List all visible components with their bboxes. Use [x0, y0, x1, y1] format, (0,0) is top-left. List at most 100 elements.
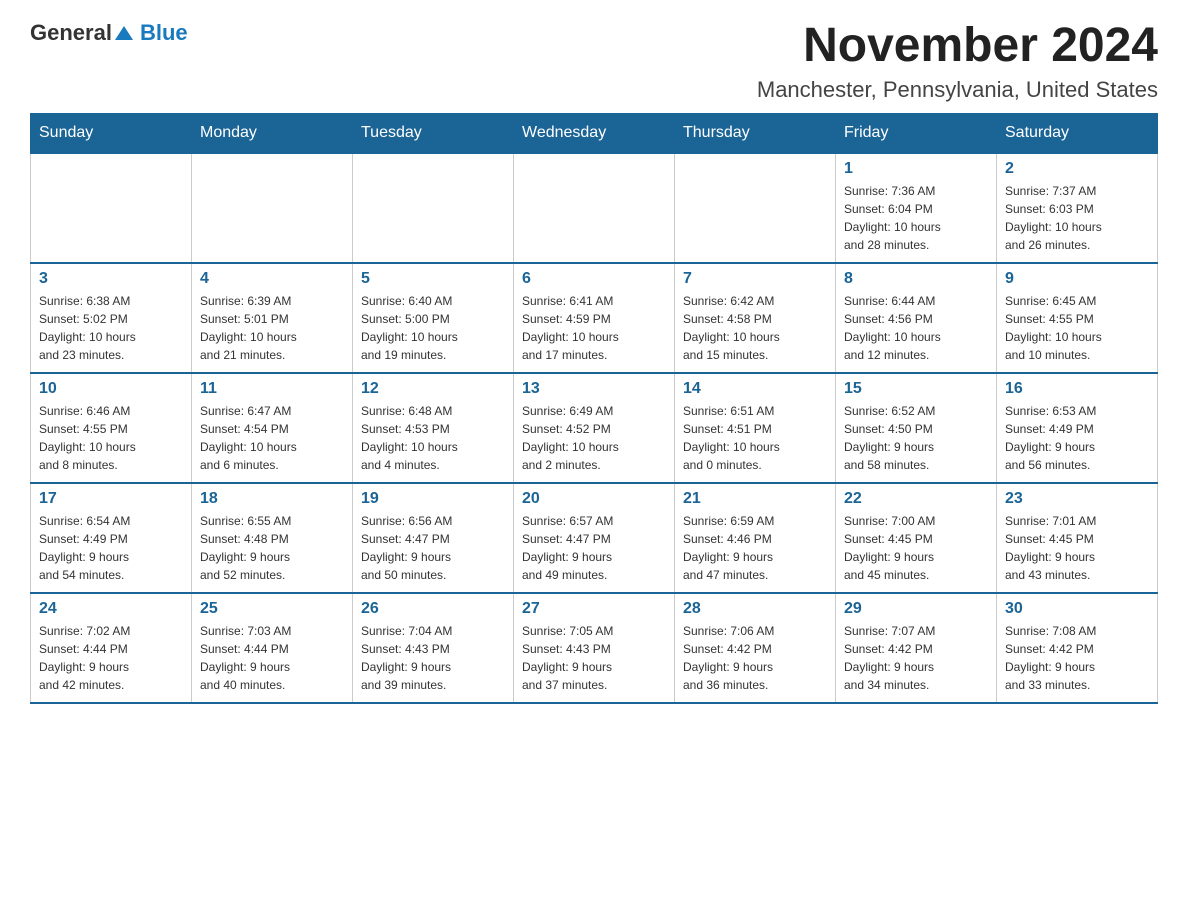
day-info: Sunrise: 7:04 AMSunset: 4:43 PMDaylight:…	[361, 622, 505, 694]
weekday-header-thursday: Thursday	[675, 113, 836, 153]
page-header: General Blue November 2024 Manchester, P…	[30, 20, 1158, 103]
calendar-week-5: 24Sunrise: 7:02 AMSunset: 4:44 PMDayligh…	[31, 593, 1158, 703]
day-info: Sunrise: 6:48 AMSunset: 4:53 PMDaylight:…	[361, 402, 505, 474]
calendar-cell: 1 Sunrise: 7:36 AMSunset: 6:04 PMDaylight…	[836, 153, 997, 263]
day-number: 12	[361, 380, 505, 398]
weekday-header-monday: Monday	[192, 113, 353, 153]
logo-blue-text: Blue	[140, 20, 188, 45]
day-number: 22	[844, 490, 988, 508]
logo: General Blue	[30, 20, 188, 46]
day-info: Sunrise: 6:56 AMSunset: 4:47 PMDaylight:…	[361, 512, 505, 584]
calendar-cell: 21 Sunrise: 6:59 AMSunset: 4:46 PMDayligh…	[675, 483, 836, 593]
calendar-cell: 22 Sunrise: 7:00 AMSunset: 4:45 PMDayligh…	[836, 483, 997, 593]
day-info: Sunrise: 7:01 AMSunset: 4:45 PMDaylight:…	[1005, 512, 1149, 584]
calendar-week-1: 1 Sunrise: 7:36 AMSunset: 6:04 PMDaylight…	[31, 153, 1158, 263]
calendar-week-4: 17 Sunrise: 6:54 AMSunset: 4:49 PMDayligh…	[31, 483, 1158, 593]
day-number: 21	[683, 490, 827, 508]
day-number: 13	[522, 380, 666, 398]
day-info: Sunrise: 7:03 AMSunset: 4:44 PMDaylight:…	[200, 622, 344, 694]
day-info: Sunrise: 7:08 AMSunset: 4:42 PMDaylight:…	[1005, 622, 1149, 694]
calendar-cell: 11 Sunrise: 6:47 AMSunset: 4:54 PMDayligh…	[192, 373, 353, 483]
calendar-cell: 13 Sunrise: 6:49 AMSunset: 4:52 PMDayligh…	[514, 373, 675, 483]
calendar-table: SundayMondayTuesdayWednesdayThursdayFrid…	[30, 113, 1158, 704]
weekday-header-tuesday: Tuesday	[353, 113, 514, 153]
day-info: Sunrise: 6:53 AMSunset: 4:49 PMDaylight:…	[1005, 402, 1149, 474]
calendar-cell	[675, 153, 836, 263]
day-info: Sunrise: 6:46 AMSunset: 4:55 PMDaylight:…	[39, 402, 183, 474]
day-info: Sunrise: 6:47 AMSunset: 4:54 PMDaylight:…	[200, 402, 344, 474]
day-info: Sunrise: 6:51 AMSunset: 4:51 PMDaylight:…	[683, 402, 827, 474]
day-info: Sunrise: 7:06 AMSunset: 4:42 PMDaylight:…	[683, 622, 827, 694]
calendar-cell: 4Sunrise: 6:39 AMSunset: 5:01 PMDaylight…	[192, 263, 353, 373]
day-info: Sunrise: 6:59 AMSunset: 4:46 PMDaylight:…	[683, 512, 827, 584]
calendar-cell: 14 Sunrise: 6:51 AMSunset: 4:51 PMDayligh…	[675, 373, 836, 483]
calendar-week-3: 10Sunrise: 6:46 AMSunset: 4:55 PMDayligh…	[31, 373, 1158, 483]
day-info: Sunrise: 6:42 AMSunset: 4:58 PMDaylight:…	[683, 292, 827, 364]
day-info: Sunrise: 7:07 AMSunset: 4:42 PMDaylight:…	[844, 622, 988, 694]
calendar-cell: 8Sunrise: 6:44 AMSunset: 4:56 PMDaylight…	[836, 263, 997, 373]
day-info: Sunrise: 6:41 AMSunset: 4:59 PMDaylight:…	[522, 292, 666, 364]
day-info: Sunrise: 6:55 AMSunset: 4:48 PMDaylight:…	[200, 512, 344, 584]
day-number: 24	[39, 600, 183, 618]
day-number: 7	[683, 270, 827, 288]
day-info: Sunrise: 7:36 AMSunset: 6:04 PMDaylight:…	[844, 182, 988, 254]
calendar-cell: 28 Sunrise: 7:06 AMSunset: 4:42 PMDayligh…	[675, 593, 836, 703]
calendar-cell: 20Sunrise: 6:57 AMSunset: 4:47 PMDayligh…	[514, 483, 675, 593]
day-info: Sunrise: 6:38 AMSunset: 5:02 PMDaylight:…	[39, 292, 183, 364]
day-info: Sunrise: 7:37 AMSunset: 6:03 PMDaylight:…	[1005, 182, 1149, 254]
calendar-header-row: SundayMondayTuesdayWednesdayThursdayFrid…	[31, 113, 1158, 153]
day-number: 6	[522, 270, 666, 288]
day-info: Sunrise: 7:00 AMSunset: 4:45 PMDaylight:…	[844, 512, 988, 584]
calendar-cell: 9 Sunrise: 6:45 AMSunset: 4:55 PMDaylight…	[997, 263, 1158, 373]
calendar-cell: 29 Sunrise: 7:07 AMSunset: 4:42 PMDayligh…	[836, 593, 997, 703]
day-number: 14	[683, 380, 827, 398]
day-info: Sunrise: 6:49 AMSunset: 4:52 PMDaylight:…	[522, 402, 666, 474]
calendar-cell: 10Sunrise: 6:46 AMSunset: 4:55 PMDayligh…	[31, 373, 192, 483]
day-number: 16	[1005, 380, 1149, 398]
calendar-cell: 6 Sunrise: 6:41 AMSunset: 4:59 PMDaylight…	[514, 263, 675, 373]
weekday-header-wednesday: Wednesday	[514, 113, 675, 153]
calendar-cell	[192, 153, 353, 263]
calendar-cell: 26 Sunrise: 7:04 AMSunset: 4:43 PMDayligh…	[353, 593, 514, 703]
calendar-cell	[353, 153, 514, 263]
day-number: 17	[39, 490, 183, 508]
day-number: 28	[683, 600, 827, 618]
day-number: 4	[200, 270, 344, 288]
weekday-header-friday: Friday	[836, 113, 997, 153]
day-number: 30	[1005, 600, 1149, 618]
day-info: Sunrise: 6:45 AMSunset: 4:55 PMDaylight:…	[1005, 292, 1149, 364]
day-number: 27	[522, 600, 666, 618]
day-info: Sunrise: 6:54 AMSunset: 4:49 PMDaylight:…	[39, 512, 183, 584]
day-number: 23	[1005, 490, 1149, 508]
logo-general-text: General	[30, 20, 112, 46]
day-number: 26	[361, 600, 505, 618]
weekday-header-saturday: Saturday	[997, 113, 1158, 153]
day-number: 29	[844, 600, 988, 618]
logo-triangle-icon	[113, 22, 135, 44]
calendar-cell	[31, 153, 192, 263]
day-info: Sunrise: 7:05 AMSunset: 4:43 PMDaylight:…	[522, 622, 666, 694]
day-number: 11	[200, 380, 344, 398]
weekday-header-sunday: Sunday	[31, 113, 192, 153]
calendar-cell: 2Sunrise: 7:37 AMSunset: 6:03 PMDaylight…	[997, 153, 1158, 263]
calendar-cell: 3Sunrise: 6:38 AMSunset: 5:02 PMDaylight…	[31, 263, 192, 373]
day-number: 18	[200, 490, 344, 508]
calendar-cell: 7 Sunrise: 6:42 AMSunset: 4:58 PMDaylight…	[675, 263, 836, 373]
day-info: Sunrise: 6:40 AMSunset: 5:00 PMDaylight:…	[361, 292, 505, 364]
month-title: November 2024	[757, 20, 1158, 73]
day-number: 5	[361, 270, 505, 288]
day-info: Sunrise: 6:44 AMSunset: 4:56 PMDaylight:…	[844, 292, 988, 364]
calendar-cell: 16 Sunrise: 6:53 AMSunset: 4:49 PMDayligh…	[997, 373, 1158, 483]
day-number: 9	[1005, 270, 1149, 288]
day-number: 15	[844, 380, 988, 398]
day-number: 25	[200, 600, 344, 618]
day-info: Sunrise: 6:57 AMSunset: 4:47 PMDaylight:…	[522, 512, 666, 584]
calendar-cell: 25 Sunrise: 7:03 AMSunset: 4:44 PMDayligh…	[192, 593, 353, 703]
calendar-cell: 27 Sunrise: 7:05 AMSunset: 4:43 PMDayligh…	[514, 593, 675, 703]
day-number: 1	[844, 160, 988, 178]
calendar-cell: 12 Sunrise: 6:48 AMSunset: 4:53 PMDayligh…	[353, 373, 514, 483]
calendar-cell: 15Sunrise: 6:52 AMSunset: 4:50 PMDayligh…	[836, 373, 997, 483]
calendar-week-2: 3Sunrise: 6:38 AMSunset: 5:02 PMDaylight…	[31, 263, 1158, 373]
day-number: 19	[361, 490, 505, 508]
calendar-cell: 19 Sunrise: 6:56 AMSunset: 4:47 PMDayligh…	[353, 483, 514, 593]
